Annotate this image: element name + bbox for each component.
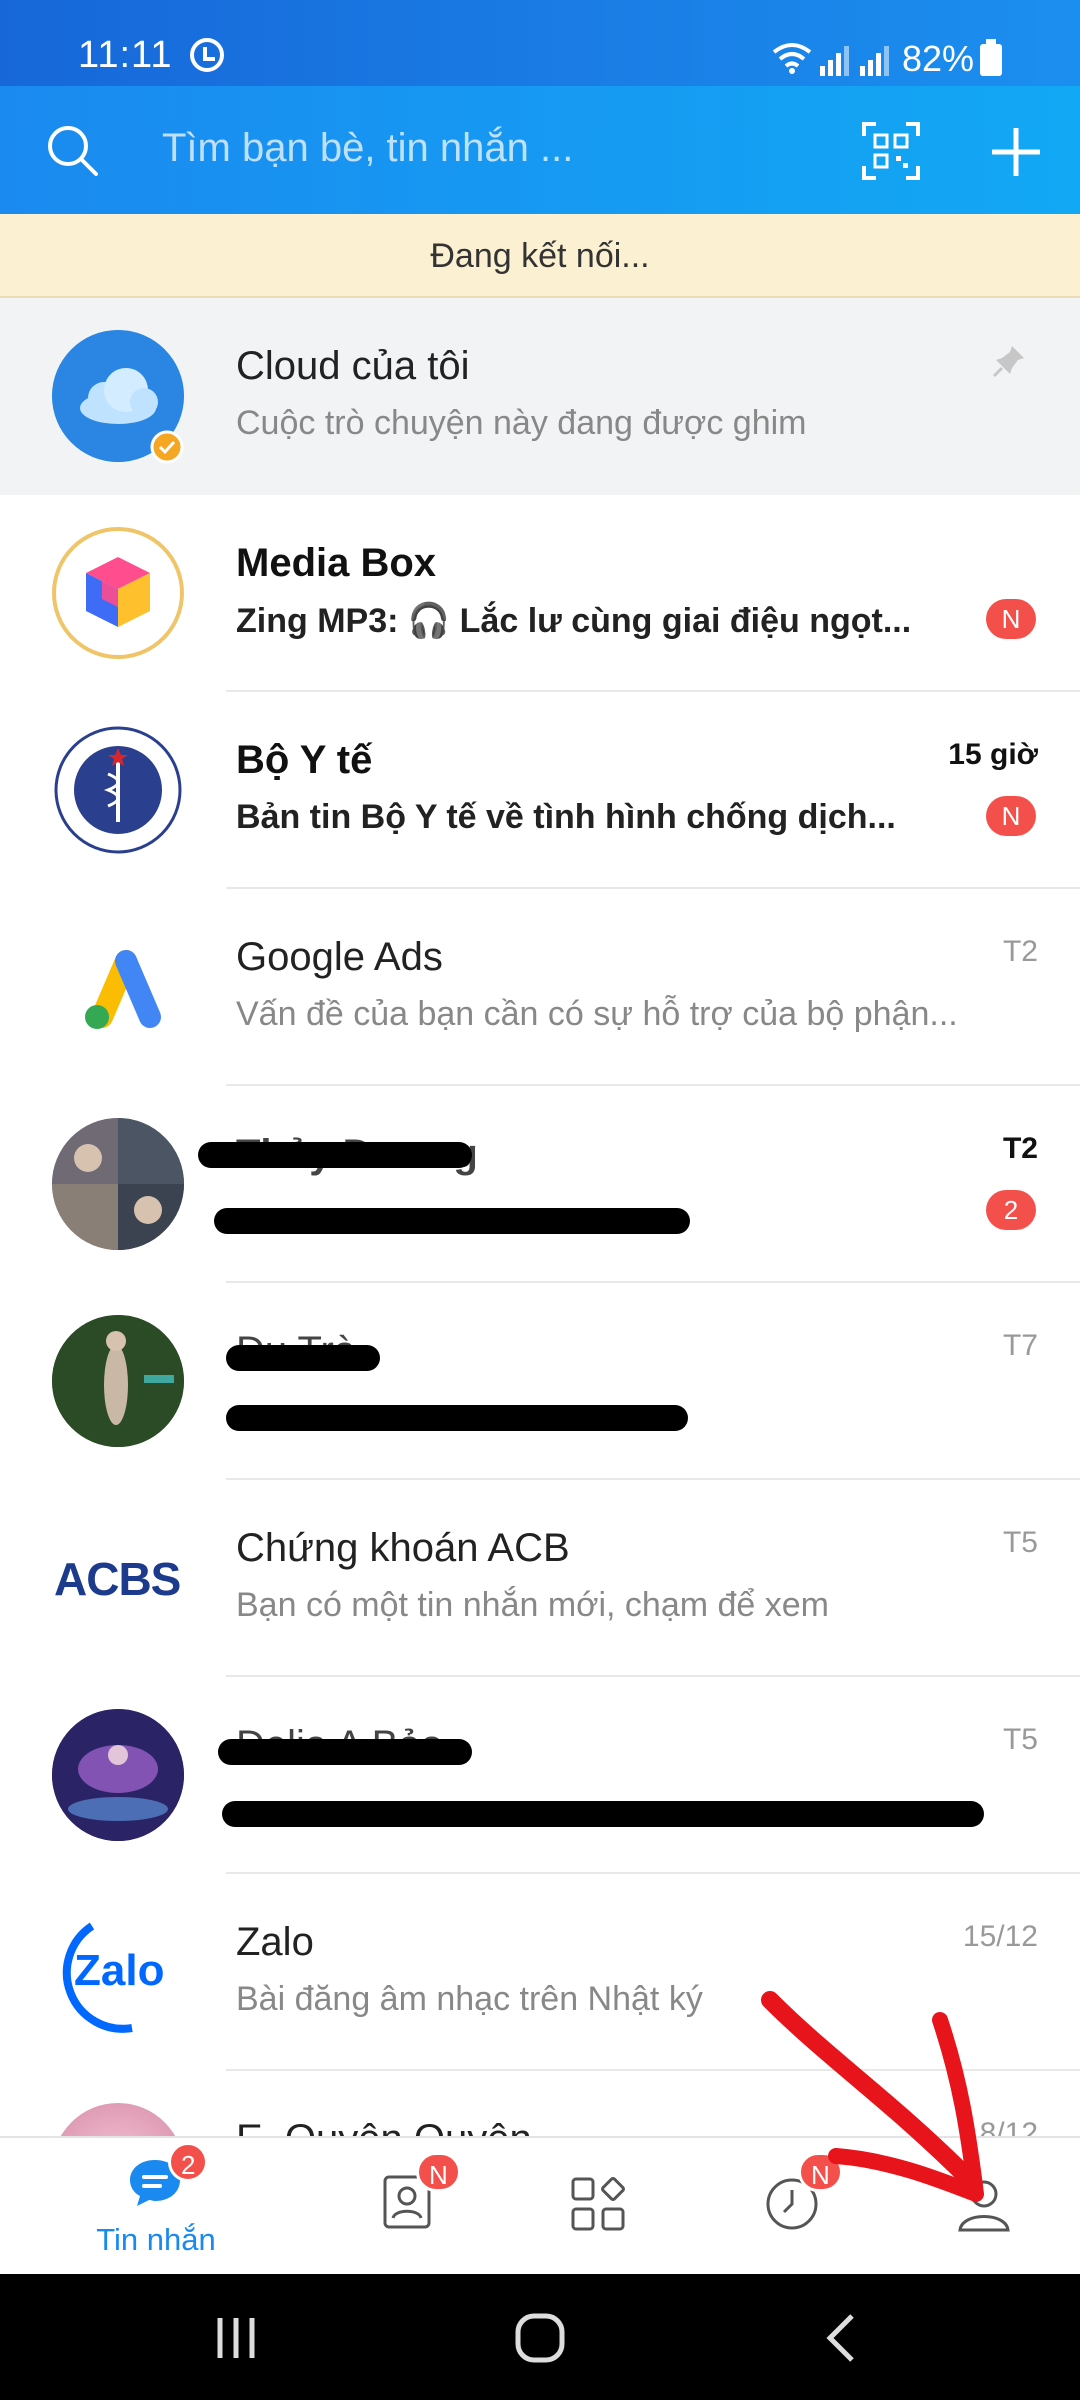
redaction-mark: [218, 1739, 472, 1765]
person-photo-avatar: [52, 1315, 184, 1447]
app-header: Tìm bạn bè, tin nhắn ...: [0, 86, 1080, 214]
battery-icon: [980, 39, 1002, 76]
avatar: [52, 1118, 184, 1250]
signal-icon-2: [860, 46, 889, 76]
pin-icon: [992, 346, 1024, 378]
conversation-row[interactable]: Bộ Y tế Bản tin Bộ Y tế về tình hình chố…: [0, 692, 1080, 889]
qr-scan-icon[interactable]: [862, 122, 920, 180]
conversation-name: Zalo: [236, 1920, 314, 1964]
conversation-time: 15/12: [962, 1920, 1038, 1953]
ministry-of-health-logo-icon: [54, 726, 182, 854]
avatar: Zalo: [52, 1906, 184, 2038]
conversation-name: E. Quyên Quyên: [236, 2117, 532, 2136]
avatar: [52, 921, 184, 1053]
tab-discover[interactable]: [500, 2138, 696, 2276]
conversation-name: Bộ Y tế: [236, 738, 373, 782]
conversation-row[interactable]: Thủy Dương T2 2: [0, 1086, 1080, 1283]
conversation-row[interactable]: Cloud của tôi Cuộc trò chuyện này đang đ…: [0, 298, 1080, 495]
media-box-logo-icon: [86, 557, 150, 627]
conversation-list[interactable]: Cloud của tôi Cuộc trò chuyện này đang đ…: [0, 298, 1080, 2136]
connecting-banner: Đang kết nối...: [0, 214, 1080, 298]
unread-badge: 2: [168, 2142, 209, 2182]
conversation-preview: Bản tin Bộ Y tế về tình hình chống dịch.…: [236, 798, 896, 836]
verified-icon: [150, 430, 184, 464]
conversation-row[interactable]: Delia A Bảo T5: [0, 1677, 1080, 1874]
avatar: [52, 527, 184, 659]
conversation-preview: Zing MP3: 🎧 Lắc lư cùng giai điệu ngọt..…: [236, 602, 912, 640]
avatar: [52, 1709, 184, 1841]
conversation-preview: Cuộc trò chuyện này đang được ghim: [236, 404, 807, 442]
alarm-icon: [190, 38, 224, 72]
signal-icon: [820, 46, 849, 76]
battery-percent: 82%: [902, 38, 975, 79]
conversation-name: Chứng khoán ACB: [236, 1526, 570, 1570]
redaction-mark: [226, 1345, 380, 1371]
home-icon[interactable]: [510, 2312, 570, 2364]
conversation-row[interactable]: Google Ads Vấn đề của bạn cần có sự hỗ t…: [0, 889, 1080, 1086]
conversation-row[interactable]: Media Box Zing MP3: 🎧 Lắc lư cùng giai đ…: [0, 495, 1080, 692]
conversation-name: Cloud của tôi: [236, 344, 470, 388]
back-icon[interactable]: [812, 2312, 872, 2364]
avatar: ACBS: [52, 1512, 184, 1644]
tab-contacts[interactable]: N: [310, 2138, 506, 2276]
unread-badge: N: [986, 599, 1036, 639]
conversation-time: T5: [1002, 1723, 1038, 1756]
conversation-time: T2: [1002, 935, 1038, 968]
status-bar: 11:11 82%: [0, 0, 1080, 86]
conversation-name: Google Ads: [236, 935, 443, 979]
tab-messages[interactable]: 2 Tin nhắn: [58, 2138, 254, 2276]
conversation-time: 15 giờ: [948, 738, 1038, 771]
acbs-logo: ACBS: [54, 1553, 181, 1605]
zalo-logo-text: Zalo: [74, 1946, 165, 1995]
redaction-mark: [198, 1142, 472, 1168]
google-ads-logo-icon: [85, 950, 161, 1029]
apps-grid-icon: [571, 2177, 625, 2231]
search-input[interactable]: Tìm bạn bè, tin nhắn ...: [162, 126, 573, 171]
search-icon[interactable]: [44, 122, 100, 178]
unread-badge: 2: [986, 1190, 1036, 1230]
photo-collage-avatar: [52, 1118, 184, 1250]
status-time: 11:11: [78, 34, 173, 76]
new-badge: N: [416, 2152, 461, 2192]
conversation-time: T7: [1002, 1329, 1038, 1362]
conversation-name: Media Box: [236, 541, 437, 585]
avatar: [52, 724, 184, 856]
conversation-row[interactable]: ACBS Chứng khoán ACB Bạn có một tin nhắn…: [0, 1480, 1080, 1677]
redaction-mark: [222, 1801, 984, 1827]
conversation-time: T2: [1002, 1132, 1038, 1165]
tab-label: Tin nhắn: [96, 2222, 216, 2257]
conversation-preview: Bạn có một tin nhắn mới, chạm để xem: [236, 1586, 830, 1624]
add-icon[interactable]: [990, 126, 1042, 178]
recent-apps-icon[interactable]: [206, 2312, 266, 2364]
unread-badge: N: [986, 796, 1036, 836]
conversation-preview: Vấn đề của bạn cần có sự hỗ trợ của bộ p…: [236, 995, 958, 1033]
red-arrow-annotation: [761, 1991, 984, 2202]
redaction-mark: [226, 1405, 688, 1431]
avatar: [52, 2103, 184, 2136]
wifi-icon: [772, 43, 812, 74]
conversation-time: T5: [1002, 1526, 1038, 1559]
avatar: [52, 1315, 184, 1447]
person-photo-avatar: [52, 1709, 184, 1841]
redaction-mark: [214, 1208, 690, 1234]
system-navigation-bar: [0, 2274, 1080, 2400]
conversation-row[interactable]: Du Trà T7: [0, 1283, 1080, 1480]
